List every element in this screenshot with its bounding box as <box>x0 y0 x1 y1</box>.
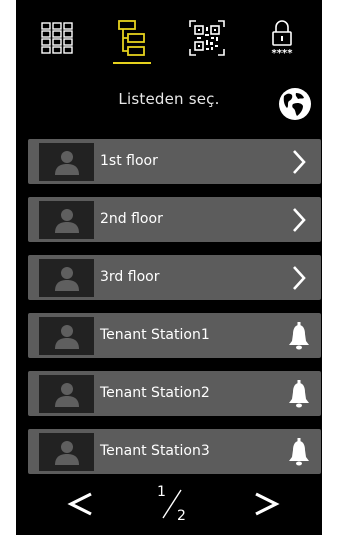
list-item-label: 2nd floor <box>100 211 163 227</box>
tab-bar: **** <box>16 0 322 70</box>
next-page-button[interactable] <box>246 486 286 522</box>
bell-icon <box>289 380 309 408</box>
avatar <box>39 259 94 297</box>
qr-code-icon <box>189 20 225 56</box>
list-item[interactable]: 1st floor <box>28 139 321 184</box>
list-item-label: Tenant Station2 <box>100 385 210 401</box>
list-item[interactable]: Tenant Station2 <box>28 371 321 416</box>
intercom-screen: **** Listeden seç. 1st floor 2nd floor 3rd… <box>16 0 322 535</box>
tab-qr[interactable] <box>180 14 234 62</box>
bell-icon <box>289 322 309 350</box>
chevron-right-icon <box>293 266 306 290</box>
tab-pin[interactable]: **** <box>255 14 309 62</box>
page-total: 2 <box>177 508 186 524</box>
list-item-label: 3rd floor <box>100 269 160 285</box>
list-item[interactable]: Tenant Station3 <box>28 429 321 474</box>
avatar <box>39 143 94 181</box>
page-title: Listeden seç. <box>118 90 220 108</box>
language-button[interactable] <box>278 87 312 121</box>
person-icon <box>54 267 79 291</box>
chevron-right-icon <box>293 150 306 174</box>
list-item[interactable]: 2nd floor <box>28 197 321 242</box>
list-item[interactable]: 3rd floor <box>28 255 321 300</box>
list-item[interactable]: Tenant Station1 <box>28 313 321 358</box>
open-button[interactable] <box>287 205 311 235</box>
tab-list[interactable] <box>105 14 159 64</box>
chevron-left-icon <box>67 492 92 516</box>
avatar <box>39 375 94 413</box>
person-icon <box>54 441 79 465</box>
open-button[interactable] <box>287 147 311 177</box>
prev-page-button[interactable] <box>61 486 101 522</box>
list-item-label: Tenant Station1 <box>100 327 210 343</box>
avatar <box>39 317 94 355</box>
bell-icon <box>289 438 309 466</box>
list-item-label: Tenant Station3 <box>100 443 210 459</box>
person-icon <box>54 383 79 407</box>
person-icon <box>54 325 79 349</box>
tab-keypad[interactable] <box>30 14 84 62</box>
call-button[interactable] <box>287 321 311 351</box>
open-button[interactable] <box>287 263 311 293</box>
list-item-label: 1st floor <box>100 153 158 169</box>
call-button[interactable] <box>287 379 311 409</box>
call-button[interactable] <box>287 437 311 467</box>
keypad-grid-icon <box>41 22 73 54</box>
page-indicator: 1 2 <box>153 484 193 528</box>
person-icon <box>54 151 79 175</box>
lock-pin-icon: **** <box>272 20 294 58</box>
pin-mask-text: **** <box>272 48 294 58</box>
globe-icon <box>279 88 311 120</box>
chevron-right-icon <box>255 492 280 516</box>
person-icon <box>54 209 79 233</box>
avatar <box>39 433 94 471</box>
pager: 1 2 <box>16 478 322 528</box>
directory-list-icon <box>118 20 145 56</box>
avatar <box>39 201 94 239</box>
chevron-right-icon <box>293 208 306 232</box>
